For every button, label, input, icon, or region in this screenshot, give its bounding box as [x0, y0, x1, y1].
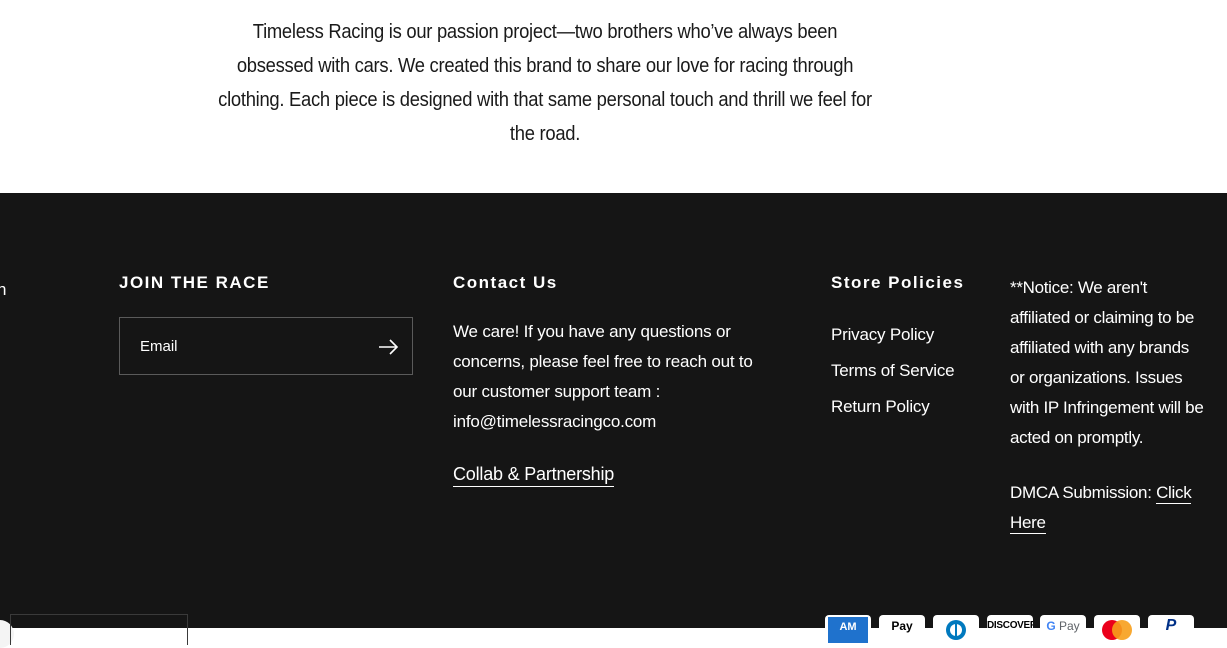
privacy-policy-link[interactable]: Privacy Policy: [831, 325, 934, 344]
dmca-label: DMCA Submission:: [1010, 483, 1157, 502]
country-selector[interactable]: [10, 614, 188, 645]
email-input[interactable]: [120, 318, 370, 374]
list-item: Terms of Service: [831, 353, 955, 389]
cut-off-text: n: [0, 280, 7, 299]
list-item: Privacy Policy: [831, 317, 954, 353]
about-paragraph: Timeless Racing is our passion project—t…: [218, 21, 872, 145]
about-section: Timeless Racing is our passion project—t…: [0, 0, 1227, 193]
policies-list: Privacy Policy Terms of Service Return P…: [831, 317, 955, 425]
apple-pay-icon: Pay: [879, 615, 925, 645]
google-pay-icon: G Pay: [1040, 615, 1086, 645]
list-item: Return Policy: [831, 389, 954, 425]
contact-heading: Contact Us: [453, 273, 558, 292]
paypal-icon: P: [1148, 615, 1194, 645]
newsletter-form: [119, 317, 413, 375]
contact-body: We care! If you have any questions or co…: [453, 322, 753, 431]
terms-of-service-link[interactable]: Terms of Service: [831, 361, 955, 380]
return-policy-link[interactable]: Return Policy: [831, 397, 930, 416]
amex-icon: AM: [825, 615, 871, 645]
notice-text: **Notice: We aren't affiliated or claimi…: [1010, 278, 1204, 447]
discover-icon: DISCOVER: [987, 615, 1033, 645]
diners-club-icon: [933, 615, 979, 645]
newsletter-heading: JOIN THE RACE: [119, 273, 270, 292]
mastercard-icon: [1094, 615, 1140, 645]
dmca-line: DMCA Submission: Click Here: [1010, 478, 1205, 538]
newsletter-submit-button[interactable]: [376, 334, 402, 360]
arrow-right-icon: [379, 339, 399, 355]
policies-heading: Store Policies: [831, 273, 965, 292]
collab-partnership-link[interactable]: Collab & Partnership: [453, 464, 614, 487]
site-footer: n JOIN THE RACE Contact Us We care! If y…: [0, 193, 1227, 648]
